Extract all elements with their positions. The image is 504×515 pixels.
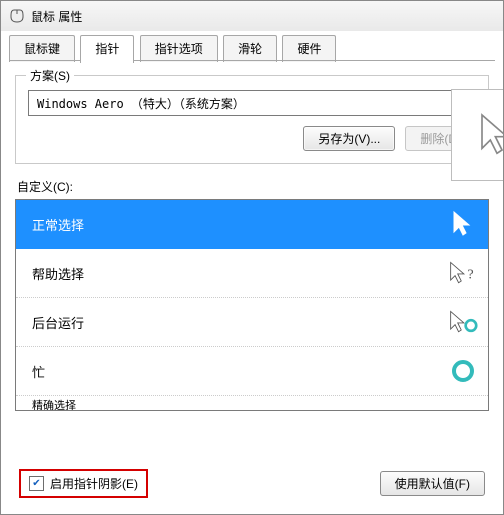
list-item[interactable]: 忙 (16, 347, 488, 396)
mouse-properties-window: 鼠标 属性 鼠标键 指针 指针选项 滑轮 硬件 方案(S) Windows Ae… (0, 0, 504, 515)
pointer-shadow-option: ✔ 启用指针阴影(E) (19, 469, 148, 498)
cursor-label: 帮助选择 (32, 264, 84, 283)
tab-strip: 鼠标键 指针 指针选项 滑轮 硬件 (9, 35, 495, 61)
list-item[interactable]: 帮助选择 ? (16, 249, 488, 298)
svg-text:?: ? (467, 266, 473, 282)
cursor-label: 精确选择 (32, 397, 76, 411)
cursor-preview-box (451, 89, 504, 181)
window-title: 鼠标 属性 (31, 8, 82, 25)
customize-label: 自定义(C): (17, 178, 489, 195)
busy-cursor-icon (448, 356, 478, 386)
cursor-label: 正常选择 (32, 215, 84, 234)
pointer-shadow-label: 启用指针阴影(E) (50, 475, 138, 492)
use-default-button[interactable]: 使用默认值(F) (380, 471, 485, 496)
arrow-busy-cursor-icon (448, 307, 478, 337)
list-item[interactable]: 正常选择 (16, 200, 488, 249)
cursor-label: 后台运行 (32, 313, 84, 332)
list-item[interactable]: 精确选择 (16, 396, 488, 411)
tab-wheel[interactable]: 滑轮 (223, 35, 277, 62)
scheme-combobox[interactable]: Windows Aero （特大）（系统方案） ▼ (28, 90, 476, 116)
tab-buttons[interactable]: 鼠标键 (9, 35, 75, 62)
tab-pointers[interactable]: 指针 (80, 35, 134, 63)
tab-hardware[interactable]: 硬件 (282, 35, 336, 62)
cursor-listbox[interactable]: 正常选择 帮助选择 ? 后台运行 忙 (15, 199, 489, 411)
pointer-shadow-checkbox[interactable]: ✔ (29, 476, 44, 491)
scheme-value: Windows Aero （特大）（系统方案） (29, 95, 456, 112)
titlebar: 鼠标 属性 (1, 1, 503, 31)
scheme-groupbox: 方案(S) Windows Aero （特大）（系统方案） ▼ 另存为(V)..… (15, 75, 489, 164)
bottom-controls: ✔ 启用指针阴影(E) 使用默认值(F) (19, 469, 485, 498)
scheme-legend: 方案(S) (26, 67, 74, 84)
mouse-icon (9, 8, 25, 24)
arrow-cursor-icon (448, 209, 478, 239)
save-as-button[interactable]: 另存为(V)... (303, 126, 395, 151)
arrow-help-cursor-icon: ? (448, 258, 478, 288)
tab-pointer-options[interactable]: 指针选项 (140, 35, 218, 62)
list-item[interactable]: 后台运行 (16, 298, 488, 347)
tab-content: 方案(S) Windows Aero （特大）（系统方案） ▼ 另存为(V)..… (1, 61, 503, 411)
cross-cursor-icon (448, 390, 478, 411)
cursor-label: 忙 (32, 362, 45, 381)
